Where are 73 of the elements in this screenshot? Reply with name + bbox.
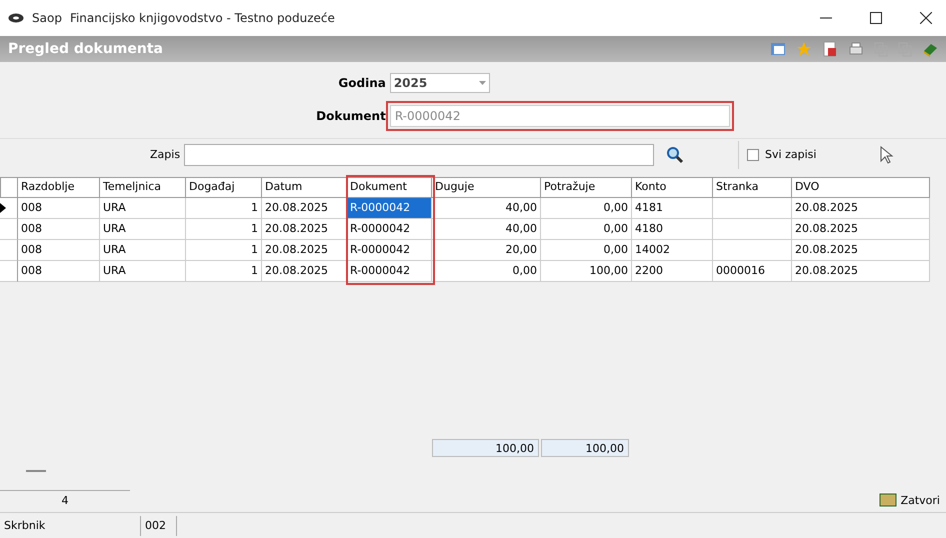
table-cell: URA: [100, 198, 186, 220]
all-records-checkbox[interactable]: Svi zapisi: [738, 140, 816, 169]
total-field: 100,00: [541, 439, 629, 458]
document-label: Dokument: [316, 108, 386, 123]
column-header[interactable]: Konto: [632, 177, 713, 198]
table-cell: 1: [186, 219, 262, 240]
table-cell: 40,00: [432, 198, 541, 220]
column-header[interactable]: DVO: [792, 177, 930, 198]
column-header[interactable]: Duguje: [432, 177, 541, 198]
column-header[interactable]: Razdoblje: [18, 177, 100, 198]
search-icon[interactable]: [666, 146, 684, 164]
table-cell: 008: [18, 261, 100, 282]
table-cell: 20.08.2025: [262, 219, 347, 240]
table-cell: 14002: [632, 240, 713, 262]
table-cell: 1: [186, 198, 262, 220]
table-cell: 20.08.2025: [792, 240, 930, 262]
column-header[interactable]: Potražuje: [541, 177, 632, 198]
custodian-value: 002: [145, 518, 166, 532]
window-title: Financijsko knjigovodstvo - Testno poduzeće: [70, 10, 335, 25]
table-cell: R-0000042: [347, 261, 432, 282]
table-cell: 0,00: [432, 261, 541, 282]
year-label: Godina: [338, 76, 386, 90]
dropdown-caret-icon[interactable]: [478, 80, 486, 85]
table-cell: 1: [186, 261, 262, 282]
row-indicator[interactable]: [0, 198, 18, 220]
table-cell: URA: [100, 219, 186, 240]
custodian-label: Skrbnik: [4, 518, 46, 532]
column-header[interactable]: Temeljnica: [100, 177, 186, 198]
table-cell: 008: [18, 198, 100, 220]
table-cell: 0,00: [541, 240, 632, 262]
table-cell: R-0000042: [347, 240, 432, 262]
column-header[interactable]: Stranka: [713, 177, 792, 198]
table-cell: 20.08.2025: [262, 261, 347, 282]
table-cell: 2200: [632, 261, 713, 282]
pointer-icon[interactable]: [880, 146, 894, 164]
table-cell: 20.08.2025: [262, 198, 347, 220]
printer-icon[interactable]: [848, 40, 864, 57]
table-cell: 4181: [632, 198, 713, 220]
current-row-icon: [0, 203, 6, 214]
table-cell: 0,00: [541, 219, 632, 240]
table-cell: 4180: [632, 219, 713, 240]
column-header[interactable]: Datum: [262, 177, 347, 198]
table-cell: R-0000042: [347, 219, 432, 240]
delete-document-icon[interactable]: [822, 40, 838, 57]
table-cell: 008: [18, 219, 100, 240]
table-cell: R-0000042: [347, 198, 432, 220]
star-icon[interactable]: [796, 40, 812, 57]
table-cell: 20.08.2025: [262, 240, 347, 262]
table-cell: 20.08.2025: [792, 261, 930, 282]
close-form-button[interactable]: Zatvori: [872, 491, 946, 510]
header-title: Pregled dokumenta: [8, 40, 163, 57]
table-cell: 20.08.2025: [792, 219, 930, 240]
app-name: Saop: [32, 10, 62, 25]
column-header[interactable]: Dokument: [347, 177, 432, 198]
close-icon[interactable]: [920, 12, 932, 24]
table-cell: 100,00: [541, 261, 632, 282]
total-field: 100,00: [432, 439, 539, 458]
header-corner: [0, 177, 18, 198]
record-count: 4: [0, 490, 130, 510]
column-header[interactable]: Događaj: [186, 177, 262, 198]
table-cell: 0000016: [713, 261, 792, 282]
table-cell: URA: [100, 261, 186, 282]
table-cell: 20.08.2025: [792, 198, 930, 220]
table-cell: 0,00: [541, 198, 632, 220]
app-logo-icon: [8, 12, 24, 23]
table-cell: URA: [100, 240, 186, 262]
record-label: Zapis: [150, 148, 180, 162]
table-cell: 40,00: [432, 219, 541, 240]
table-cell: 008: [18, 240, 100, 262]
table-cell: 20,00: [432, 240, 541, 262]
table-cell: 1: [186, 240, 262, 262]
maximize-icon[interactable]: [870, 12, 882, 24]
year-dropdown[interactable]: 2025: [390, 72, 490, 93]
